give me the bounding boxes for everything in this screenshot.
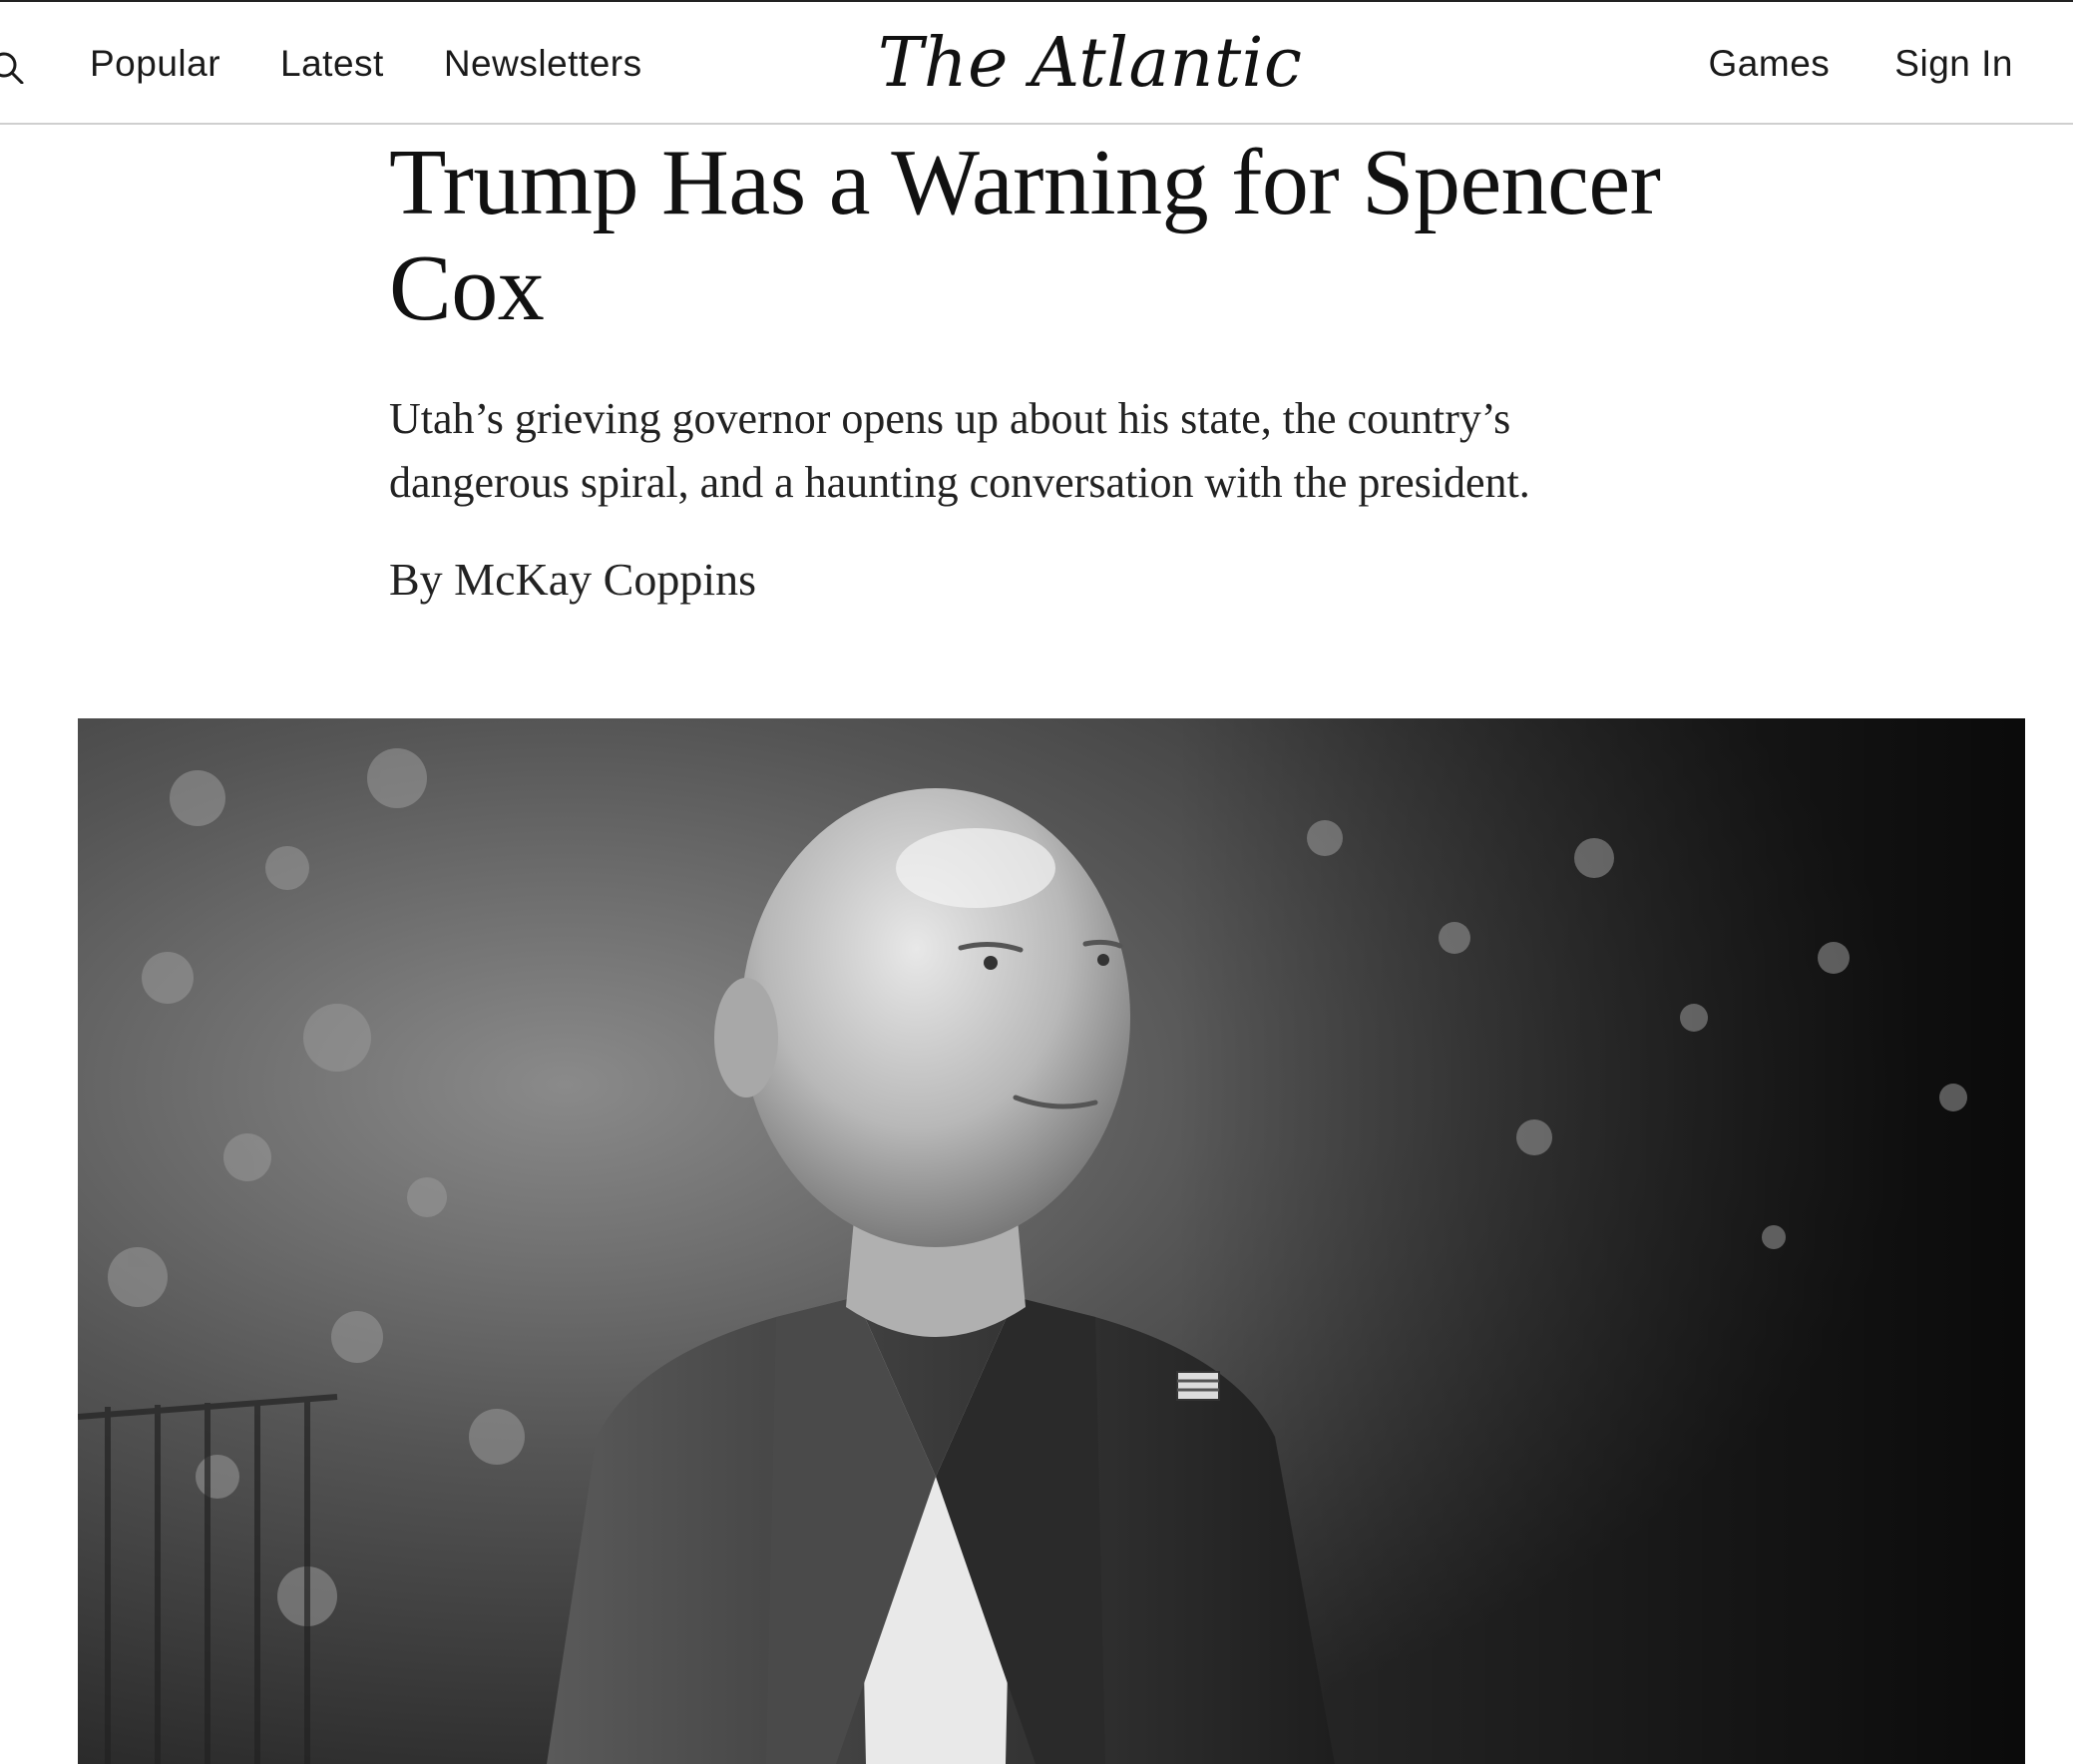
site-header: Popular Latest Newsletters The Atlantic … (0, 0, 2073, 125)
nav-games[interactable]: Games (1709, 43, 1831, 85)
search-button[interactable] (0, 44, 30, 84)
dek-line-2: dangerous spiral, and a haunting convers… (389, 458, 1530, 507)
article-header: Trump Has a Warning for Spencer Cox Utah… (389, 125, 1676, 606)
nav-latest[interactable]: Latest (280, 43, 384, 85)
article-byline[interactable]: By McKay Coppins (389, 553, 1676, 606)
nav-popular[interactable]: Popular (90, 43, 220, 85)
sign-in-link[interactable]: Sign In (1894, 43, 2013, 85)
nav-left: Popular Latest Newsletters (0, 2, 642, 125)
nav-right: Games Sign In (1644, 2, 2013, 125)
site-logo[interactable]: The Atlantic (878, 24, 1303, 103)
article-dek: Utah’s grieving governor opens up about … (389, 387, 1646, 515)
dek-line-1: Utah’s grieving governor opens up about … (389, 394, 1511, 443)
headline-line-2: Cox (389, 236, 545, 340)
article-headline: Trump Has a Warning for Spencer Cox (389, 130, 1676, 341)
nav-newsletters[interactable]: Newsletters (444, 43, 642, 85)
portrait-photo-illustration (78, 718, 2025, 1764)
hero-photo (78, 718, 2025, 1764)
headline-line-1: Trump Has a Warning for Spencer (389, 131, 1661, 234)
search-icon (0, 52, 24, 84)
